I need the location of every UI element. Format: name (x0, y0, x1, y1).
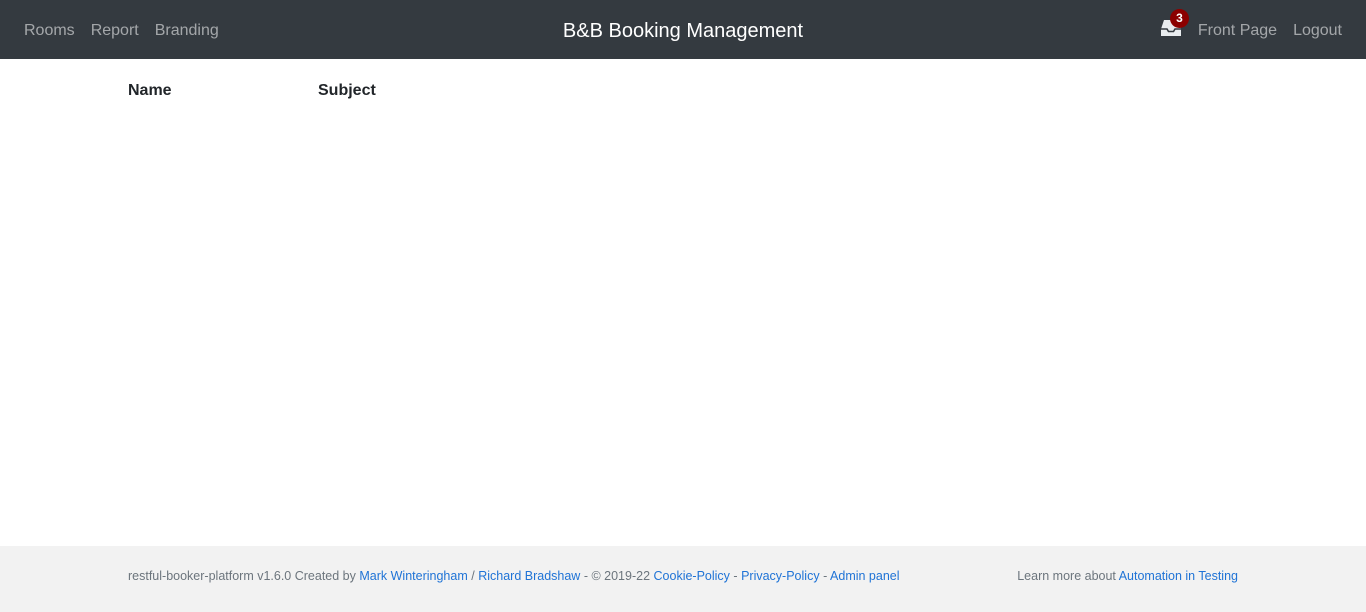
inbox-button[interactable]: 3 (1160, 8, 1189, 39)
footer-dash-1: - (733, 569, 738, 583)
cookie-policy-link[interactable]: Cookie-Policy (654, 569, 730, 583)
admin-panel-link[interactable]: Admin panel (830, 569, 900, 583)
nav-front-page-link[interactable]: Front Page (1198, 20, 1277, 39)
footer-copyright: - © 2019-22 (583, 569, 651, 583)
footer-slash: / (471, 569, 475, 583)
automation-in-testing-link[interactable]: Automation in Testing (1119, 569, 1238, 583)
footer-learn-more: Learn more about Automation in Testing (1017, 569, 1238, 583)
nav-report-link[interactable]: Report (91, 20, 139, 39)
nav-logout-link[interactable]: Logout (1293, 20, 1342, 39)
top-navbar: Rooms Report Branding B&B Booking Manage… (0, 0, 1366, 59)
column-header-name: Name (128, 82, 172, 99)
page-footer: restful-booker-platform v1.6.0 Created b… (0, 546, 1366, 612)
footer-dash-2: - (823, 569, 828, 583)
nav-rooms-link[interactable]: Rooms (24, 20, 75, 39)
inbox-count-badge: 3 (1169, 8, 1189, 28)
nav-right-group: 3 Front Page Logout (1160, 0, 1342, 59)
footer-content: restful-booker-platform v1.6.0 Created b… (128, 569, 1238, 583)
nav-branding-link[interactable]: Branding (155, 20, 219, 39)
footer-credits: restful-booker-platform v1.6.0 Created b… (128, 569, 900, 583)
nav-left-group: Rooms Report Branding (24, 0, 219, 59)
author-mark-link[interactable]: Mark Winteringham (359, 569, 467, 583)
footer-version-text: restful-booker-platform v1.6.0 Created b… (128, 569, 356, 583)
author-richard-link[interactable]: Richard Bradshaw (478, 569, 580, 583)
learn-more-text: Learn more about (1017, 569, 1116, 583)
messages-list: Name Subject (128, 82, 1238, 100)
messages-header-row: Name Subject (128, 82, 1238, 100)
column-header-subject: Subject (318, 82, 376, 99)
brand-title[interactable]: B&B Booking Management (563, 20, 803, 43)
privacy-policy-link[interactable]: Privacy-Policy (741, 569, 820, 583)
